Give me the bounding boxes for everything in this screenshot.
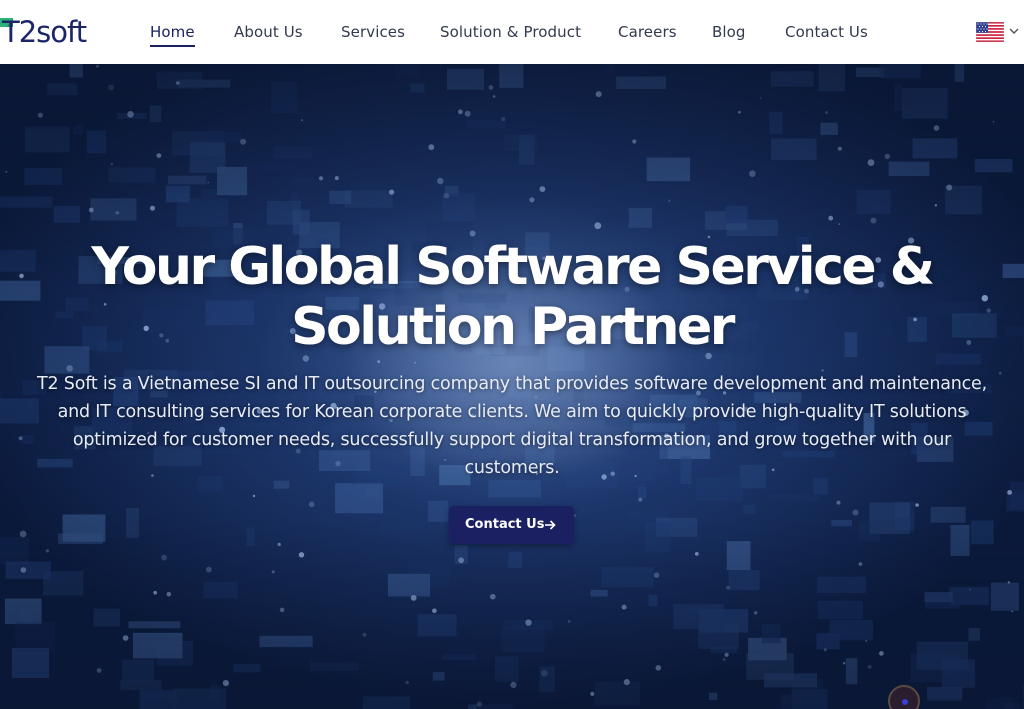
nav-home[interactable]: Home: [150, 22, 195, 47]
nav-solution-product[interactable]: Solution & Product: [440, 22, 581, 44]
chevron-down-icon: [1009, 28, 1019, 34]
us-flag-icon: [976, 22, 1004, 42]
arrow-right-icon: [545, 520, 556, 530]
floating-chat-button[interactable]: [888, 685, 920, 709]
contact-us-button-label: Contact Us: [465, 517, 545, 532]
hero-description-line-4: customers.: [464, 458, 560, 478]
nav-services[interactable]: Services: [341, 22, 405, 44]
nav-about-us[interactable]: About Us: [234, 22, 303, 44]
logo-text: T2soft: [2, 15, 87, 49]
hero-section: Your Global Software Service & Solution …: [0, 64, 1024, 709]
contact-us-button[interactable]: Contact Us: [449, 506, 574, 544]
hero-title-line-1: Your Global Software Service &: [91, 237, 935, 297]
hero-description-line-1: T2 Soft is a Vietnamese SI and IT outsou…: [37, 374, 987, 394]
hero-description: T2 Soft is a Vietnamese SI and IT outsou…: [18, 370, 1006, 482]
nav-contact-us[interactable]: Contact Us: [785, 22, 868, 44]
hero-title-line-2: Solution Partner: [291, 297, 735, 357]
language-selector[interactable]: [976, 22, 1022, 42]
hero-title: Your Global Software Service & Solution …: [60, 237, 964, 357]
nav-careers[interactable]: Careers: [618, 22, 677, 44]
chat-indicator-icon: [902, 699, 908, 705]
hero-description-line-2: and IT consulting services for Korean co…: [57, 402, 967, 422]
hero-description-line-3: optimized for customer needs, successful…: [72, 430, 952, 450]
nav-blog[interactable]: Blog: [712, 22, 746, 44]
site-header: T2soft Home About Us Services Solution &…: [0, 0, 1024, 64]
